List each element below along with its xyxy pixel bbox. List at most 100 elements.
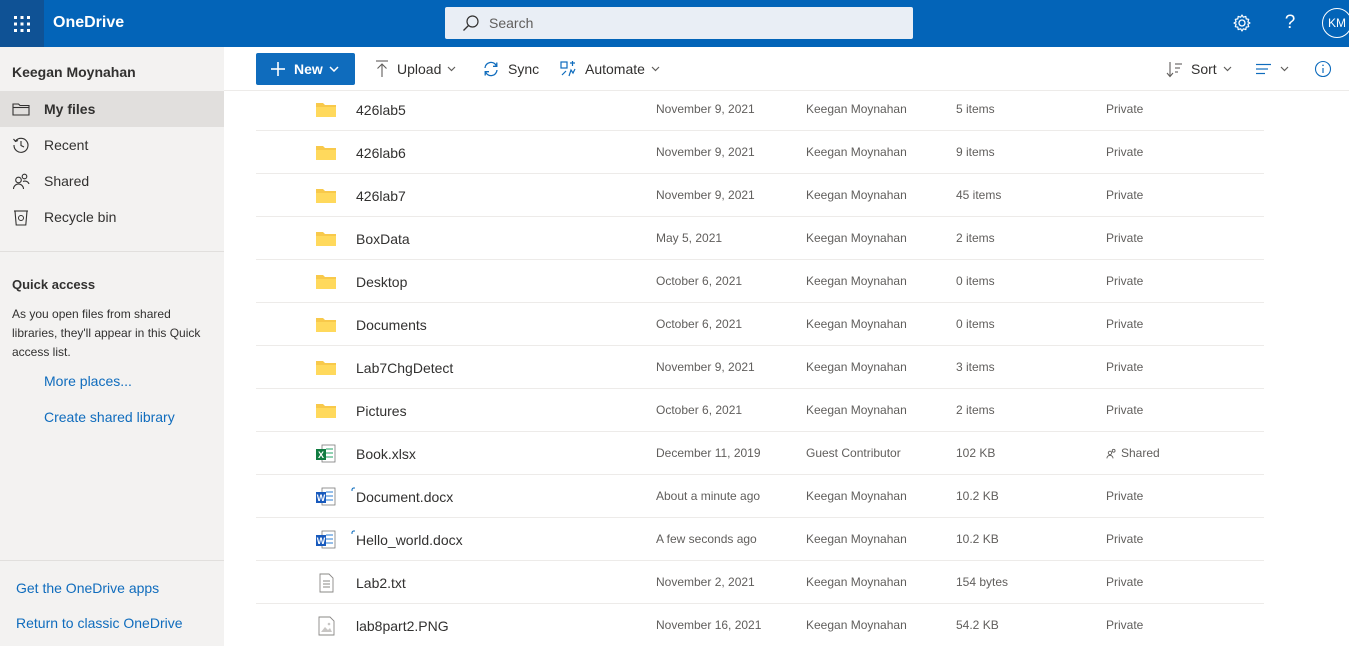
file-modified-by: Keegan Moynahan [806, 188, 907, 202]
create-shared-library-link[interactable]: Create shared library [44, 409, 175, 425]
chevron-down-icon [1280, 66, 1289, 72]
file-name[interactable]: Lab7ChgDetect [356, 360, 453, 376]
sharing-label: Private [1106, 102, 1144, 116]
sidebar-item-recent[interactable]: Recent [0, 127, 224, 163]
sharing-label: Private [1106, 231, 1144, 245]
file-modified-by: Keegan Moynahan [806, 403, 907, 417]
file-modified-by: Keegan Moynahan [806, 145, 907, 159]
return-classic-link[interactable]: Return to classic OneDrive [16, 615, 183, 631]
sidebar-item-my-files[interactable]: My files [0, 91, 224, 127]
sharing-label: Private [1106, 360, 1144, 374]
file-name[interactable]: Desktop [356, 274, 407, 290]
table-row[interactable]: W Hello_world.docx A few seconds ago Keegan… [256, 518, 1264, 561]
quick-access-title: Quick access [12, 277, 96, 292]
sidebar-item-shared[interactable]: Shared [0, 163, 224, 199]
people-icon [11, 171, 31, 191]
folder-icon [315, 100, 337, 120]
sync-button[interactable]: Sync [482, 59, 539, 79]
divider [0, 251, 224, 252]
table-row[interactable]: 426lab6 November 9, 2021 Keegan Moynahan 9 … [256, 131, 1264, 174]
automate-label: Automate [585, 61, 645, 77]
text-file-icon [315, 573, 337, 593]
table-row[interactable]: 426lab5 November 9, 2021 Keegan Moynahan 5 … [256, 88, 1264, 131]
file-sharing: Private [1106, 532, 1143, 546]
file-name[interactable]: BoxData [356, 231, 410, 247]
file-name[interactable]: 426lab7 [356, 188, 406, 204]
folder-icon [315, 315, 337, 335]
file-size: 3 items [956, 360, 995, 374]
table-row[interactable]: X Book.xlsx December 11, 2019 Guest Contrib… [256, 432, 1264, 475]
divider [0, 560, 224, 561]
svg-text:X: X [318, 450, 324, 460]
sharing-label: Private [1106, 532, 1144, 546]
table-row[interactable]: Desktop October 6, 2021 Keegan Moynahan 0 i… [256, 260, 1264, 303]
table-row[interactable]: W Document.docx About a minute ago Keegan M… [256, 475, 1264, 518]
file-name[interactable]: Lab2.txt [356, 575, 406, 591]
search-input[interactable] [489, 15, 889, 31]
search-icon [463, 15, 479, 31]
avatar[interactable]: KM [1322, 8, 1349, 38]
help-icon: ? [1284, 12, 1296, 33]
file-modified-by: Keegan Moynahan [806, 489, 907, 503]
sort-button[interactable]: Sort [1166, 59, 1240, 79]
file-modified: A few seconds ago [656, 532, 757, 546]
file-size: 0 items [956, 274, 995, 288]
excel-file-icon: X [315, 444, 337, 464]
sort-label: Sort [1191, 61, 1217, 77]
table-row[interactable]: lab8part2.PNG November 16, 2021 Keegan Moy… [256, 604, 1264, 646]
file-sharing: Private [1106, 489, 1143, 503]
table-row[interactable]: Lab2.txt November 2, 2021 Keegan Moynahan 1… [256, 561, 1264, 604]
upload-icon [376, 60, 388, 77]
file-modified-by: Keegan Moynahan [806, 575, 907, 589]
table-row[interactable]: Lab7ChgDetect November 9, 2021 Keegan Moyn… [256, 346, 1264, 389]
recycle-bin-icon [11, 207, 31, 227]
file-modified: October 6, 2021 [656, 274, 743, 288]
table-row[interactable]: Pictures October 6, 2021 Keegan Moynahan 2 … [256, 389, 1264, 432]
file-name[interactable]: Documents [356, 317, 427, 333]
app-launcher-button[interactable] [0, 0, 44, 47]
table-row[interactable]: 426lab7 November 9, 2021 Keegan Moynahan 45… [256, 174, 1264, 217]
user-name: Keegan Moynahan [12, 64, 136, 80]
details-pane-button[interactable] [1314, 59, 1340, 79]
file-name[interactable]: 426lab6 [356, 145, 406, 161]
file-size: 10.2 KB [956, 532, 999, 546]
file-sharing: Private [1106, 317, 1143, 331]
file-name[interactable]: Book.xlsx [356, 446, 416, 462]
sync-icon [484, 61, 498, 77]
sort-icon [1166, 61, 1182, 77]
file-modified-by: Keegan Moynahan [806, 274, 907, 288]
help-button[interactable]: ? [1279, 12, 1301, 34]
sharing-label: Private [1106, 188, 1144, 202]
file-size: 45 items [956, 188, 1002, 202]
file-sharing: Private [1106, 274, 1143, 288]
quick-access-description: As you open files from shared libraries,… [12, 307, 201, 359]
get-onedrive-apps-link[interactable]: Get the OneDrive apps [16, 580, 159, 596]
sharing-label: Private [1106, 575, 1144, 589]
file-modified: October 6, 2021 [656, 317, 743, 331]
more-places-link[interactable]: More places... [44, 373, 132, 389]
folder-icon [11, 99, 31, 119]
file-modified-by: Keegan Moynahan [806, 532, 907, 546]
waffle-icon [14, 15, 30, 32]
settings-button[interactable] [1231, 12, 1253, 34]
gear-icon [1233, 14, 1251, 32]
file-name[interactable]: Hello_world.docx [356, 532, 463, 548]
upload-button[interactable]: Upload [375, 59, 464, 79]
file-name[interactable]: lab8part2.PNG [356, 618, 449, 634]
file-modified: November 9, 2021 [656, 188, 755, 202]
table-row[interactable]: BoxData May 5, 2021 Keegan Moynahan 2 items… [256, 217, 1264, 260]
view-options-button[interactable] [1255, 59, 1297, 79]
automate-button[interactable]: Automate [559, 59, 668, 79]
file-modified: About a minute ago [656, 489, 761, 503]
new-button[interactable]: New [256, 53, 355, 85]
file-name[interactable]: Pictures [356, 403, 407, 419]
file-sharing: Private [1106, 403, 1143, 417]
table-row[interactable]: Documents October 6, 2021 Keegan Moynahan 0… [256, 303, 1264, 346]
search-box[interactable] [445, 7, 913, 39]
folder-icon [315, 186, 337, 206]
sidebar-item-recycle-bin[interactable]: Recycle bin [0, 199, 224, 235]
file-name[interactable]: Document.docx [356, 489, 453, 505]
brand-title[interactable]: OneDrive [53, 14, 124, 32]
file-name[interactable]: 426lab5 [356, 102, 406, 118]
file-sharing: Private [1106, 231, 1143, 245]
